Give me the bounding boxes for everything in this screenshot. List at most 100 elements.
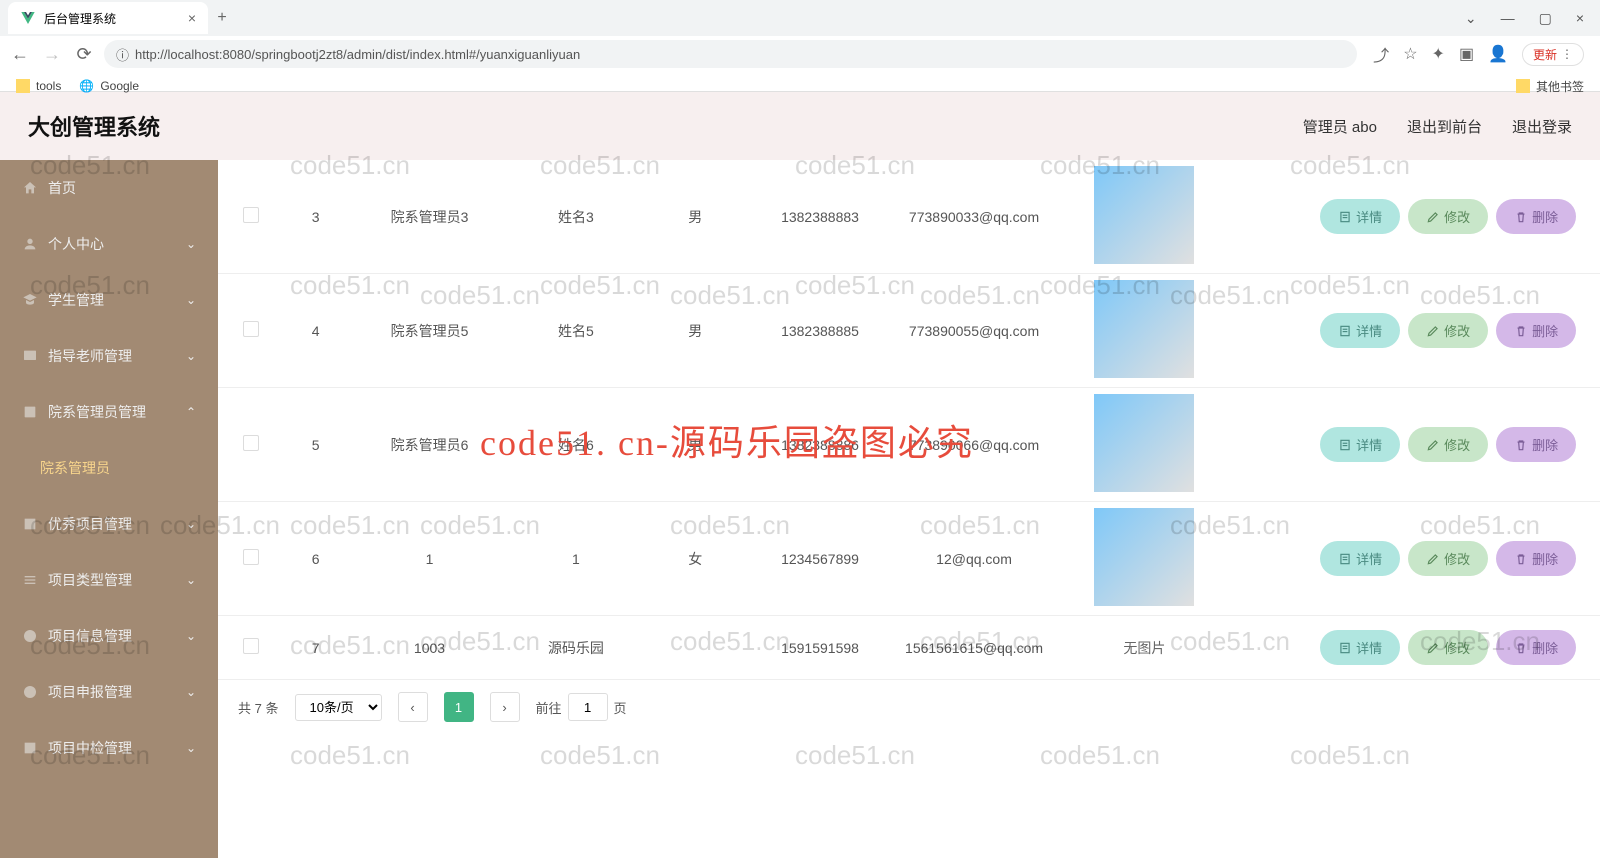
page-goto-input[interactable] bbox=[568, 693, 608, 721]
sidebar-item-midcheck[interactable]: 项目中检管理 ⌄ bbox=[0, 720, 218, 776]
url-input[interactable]: ⓘ http://localhost:8080/springbootj2zt8/… bbox=[104, 40, 1357, 68]
tab-bar: 后台管理系统 × + ⌄ — ▢ × bbox=[0, 0, 1600, 36]
row-checkbox[interactable] bbox=[243, 435, 259, 451]
detail-button[interactable]: 详情 bbox=[1320, 427, 1400, 462]
row-checkbox[interactable] bbox=[243, 638, 259, 654]
row-checkbox[interactable] bbox=[243, 549, 259, 565]
sidebar-item-profile[interactable]: 个人中心 ⌄ bbox=[0, 216, 218, 272]
current-user[interactable]: 管理员 abo bbox=[1303, 116, 1377, 137]
edit-button[interactable]: 修改 bbox=[1408, 427, 1488, 462]
maximize-icon[interactable]: ▢ bbox=[1539, 10, 1552, 27]
share-icon[interactable]: ⤴ bbox=[1373, 42, 1389, 66]
table-row: 5院系管理员6姓名6男1382388886773890066@qq.com详情修… bbox=[218, 388, 1600, 502]
sidebar-item-dept-admin[interactable]: 院系管理员管理 ⌃ bbox=[0, 384, 218, 440]
data-table: 3院系管理员3姓名3男1382388883773890033@qq.com详情修… bbox=[218, 160, 1600, 680]
new-tab-button[interactable]: + bbox=[208, 9, 236, 27]
close-window-icon[interactable]: × bbox=[1576, 10, 1584, 27]
page-next-button[interactable]: › bbox=[490, 692, 520, 722]
cell-name: 1 bbox=[511, 502, 641, 616]
menu-label: 学生管理 bbox=[48, 290, 104, 310]
header-links: 管理员 abo 退出到前台 退出登录 bbox=[1303, 116, 1572, 137]
info-icon: ⓘ bbox=[116, 45, 129, 64]
detail-button[interactable]: 详情 bbox=[1320, 630, 1400, 665]
detail-button[interactable]: 详情 bbox=[1320, 541, 1400, 576]
cell-phone: 1382388885 bbox=[750, 274, 891, 388]
page-size-select[interactable]: 10条/页 bbox=[295, 694, 382, 721]
dropdown-icon[interactable]: ⌄ bbox=[1465, 10, 1477, 27]
extension-icon[interactable]: ✦ bbox=[1432, 44, 1445, 64]
logout-link[interactable]: 退出登录 bbox=[1512, 116, 1572, 137]
chevron-down-icon: ⌄ bbox=[186, 573, 196, 587]
edit-button[interactable]: 修改 bbox=[1408, 541, 1488, 576]
sidebar: 首页 个人中心 ⌄ 学生管理 ⌄ 指导老师管理 ⌄ 院系管理员管理 ⌃ 院系管理… bbox=[0, 160, 218, 858]
delete-button[interactable]: 删除 bbox=[1496, 199, 1576, 234]
edit-button[interactable]: 修改 bbox=[1408, 199, 1488, 234]
page-number-1[interactable]: 1 bbox=[444, 692, 474, 722]
delete-button[interactable]: 删除 bbox=[1496, 630, 1576, 665]
menu-label: 指导老师管理 bbox=[48, 346, 132, 366]
window-controls: ⌄ — ▢ × bbox=[1465, 10, 1600, 27]
delete-button[interactable]: 删除 bbox=[1496, 313, 1576, 348]
edit-button[interactable]: 修改 bbox=[1408, 630, 1488, 665]
sidebar-item-excellent[interactable]: 优秀项目管理 ⌄ bbox=[0, 496, 218, 552]
delete-button[interactable]: 删除 bbox=[1496, 541, 1576, 576]
table-row: 4院系管理员5姓名5男1382388885773890055@qq.com详情修… bbox=[218, 274, 1600, 388]
sidebar-item-type[interactable]: 项目类型管理 ⌄ bbox=[0, 552, 218, 608]
row-checkbox[interactable] bbox=[243, 321, 259, 337]
back-button[interactable]: ← bbox=[8, 44, 32, 65]
student-icon bbox=[22, 292, 38, 308]
row-checkbox[interactable] bbox=[243, 207, 259, 223]
detail-button[interactable]: 详情 bbox=[1320, 313, 1400, 348]
app-title: 大创管理系统 bbox=[28, 110, 160, 142]
forward-button[interactable]: → bbox=[40, 44, 64, 65]
menu-label: 项目信息管理 bbox=[48, 626, 132, 646]
bookmark-other[interactable]: 其他书签 bbox=[1516, 78, 1584, 95]
detail-button[interactable]: 详情 bbox=[1320, 199, 1400, 234]
star-icon bbox=[22, 516, 38, 532]
chevron-down-icon: ⌄ bbox=[186, 629, 196, 643]
user-photo bbox=[1094, 394, 1194, 492]
menu-label: 项目申报管理 bbox=[48, 682, 132, 702]
cell-gender: 男 bbox=[641, 274, 749, 388]
cell-email: 773890066@qq.com bbox=[891, 388, 1058, 502]
sidebar-item-dept-admin-sub[interactable]: 院系管理员 bbox=[0, 440, 218, 496]
cell-gender: 男 bbox=[641, 388, 749, 502]
bookmark-tools[interactable]: tools bbox=[16, 79, 61, 93]
cell-phone: 1382388886 bbox=[750, 388, 891, 502]
user-icon bbox=[22, 236, 38, 252]
chevron-up-icon: ⌃ bbox=[186, 405, 196, 419]
bookmark-google[interactable]: 🌐 Google bbox=[79, 79, 139, 93]
menu-label: 院系管理员 bbox=[40, 458, 110, 478]
chevron-down-icon: ⌄ bbox=[186, 741, 196, 755]
delete-button[interactable]: 删除 bbox=[1496, 427, 1576, 462]
minimize-icon[interactable]: — bbox=[1501, 10, 1515, 27]
edit-button[interactable]: 修改 bbox=[1408, 313, 1488, 348]
sidebar-item-teachers[interactable]: 指导老师管理 ⌄ bbox=[0, 328, 218, 384]
cell-name: 源码乐园 bbox=[511, 616, 641, 680]
reload-button[interactable]: ⟳ bbox=[72, 44, 96, 65]
menu-label: 个人中心 bbox=[48, 234, 104, 254]
menu-label: 优秀项目管理 bbox=[48, 514, 132, 534]
exit-front-link[interactable]: 退出到前台 bbox=[1407, 116, 1482, 137]
info-icon bbox=[22, 628, 38, 644]
update-button[interactable]: 更新⋮ bbox=[1522, 43, 1584, 66]
teacher-icon bbox=[22, 348, 38, 364]
cell-name: 姓名3 bbox=[511, 160, 641, 274]
tab-close-icon[interactable]: × bbox=[188, 10, 196, 26]
sidebar-item-home[interactable]: 首页 bbox=[0, 160, 218, 216]
globe-icon: 🌐 bbox=[79, 79, 94, 93]
page-prev-button[interactable]: ‹ bbox=[398, 692, 428, 722]
sidebar-item-students[interactable]: 学生管理 ⌄ bbox=[0, 272, 218, 328]
sidebar-item-apply[interactable]: 项目申报管理 ⌄ bbox=[0, 664, 218, 720]
cell-idx: 4 bbox=[283, 274, 348, 388]
cell-account: 院系管理员5 bbox=[348, 274, 511, 388]
profile-icon[interactable]: 👤 bbox=[1488, 44, 1508, 64]
tab-title: 后台管理系统 bbox=[44, 10, 116, 27]
cell-idx: 5 bbox=[283, 388, 348, 502]
user-photo bbox=[1094, 166, 1194, 264]
browser-tab[interactable]: 后台管理系统 × bbox=[8, 2, 208, 34]
star-icon[interactable]: ☆ bbox=[1403, 44, 1417, 64]
sidebar-item-info[interactable]: 项目信息管理 ⌄ bbox=[0, 608, 218, 664]
devices-icon[interactable]: ▣ bbox=[1459, 44, 1474, 64]
menu-label: 首页 bbox=[48, 178, 76, 198]
